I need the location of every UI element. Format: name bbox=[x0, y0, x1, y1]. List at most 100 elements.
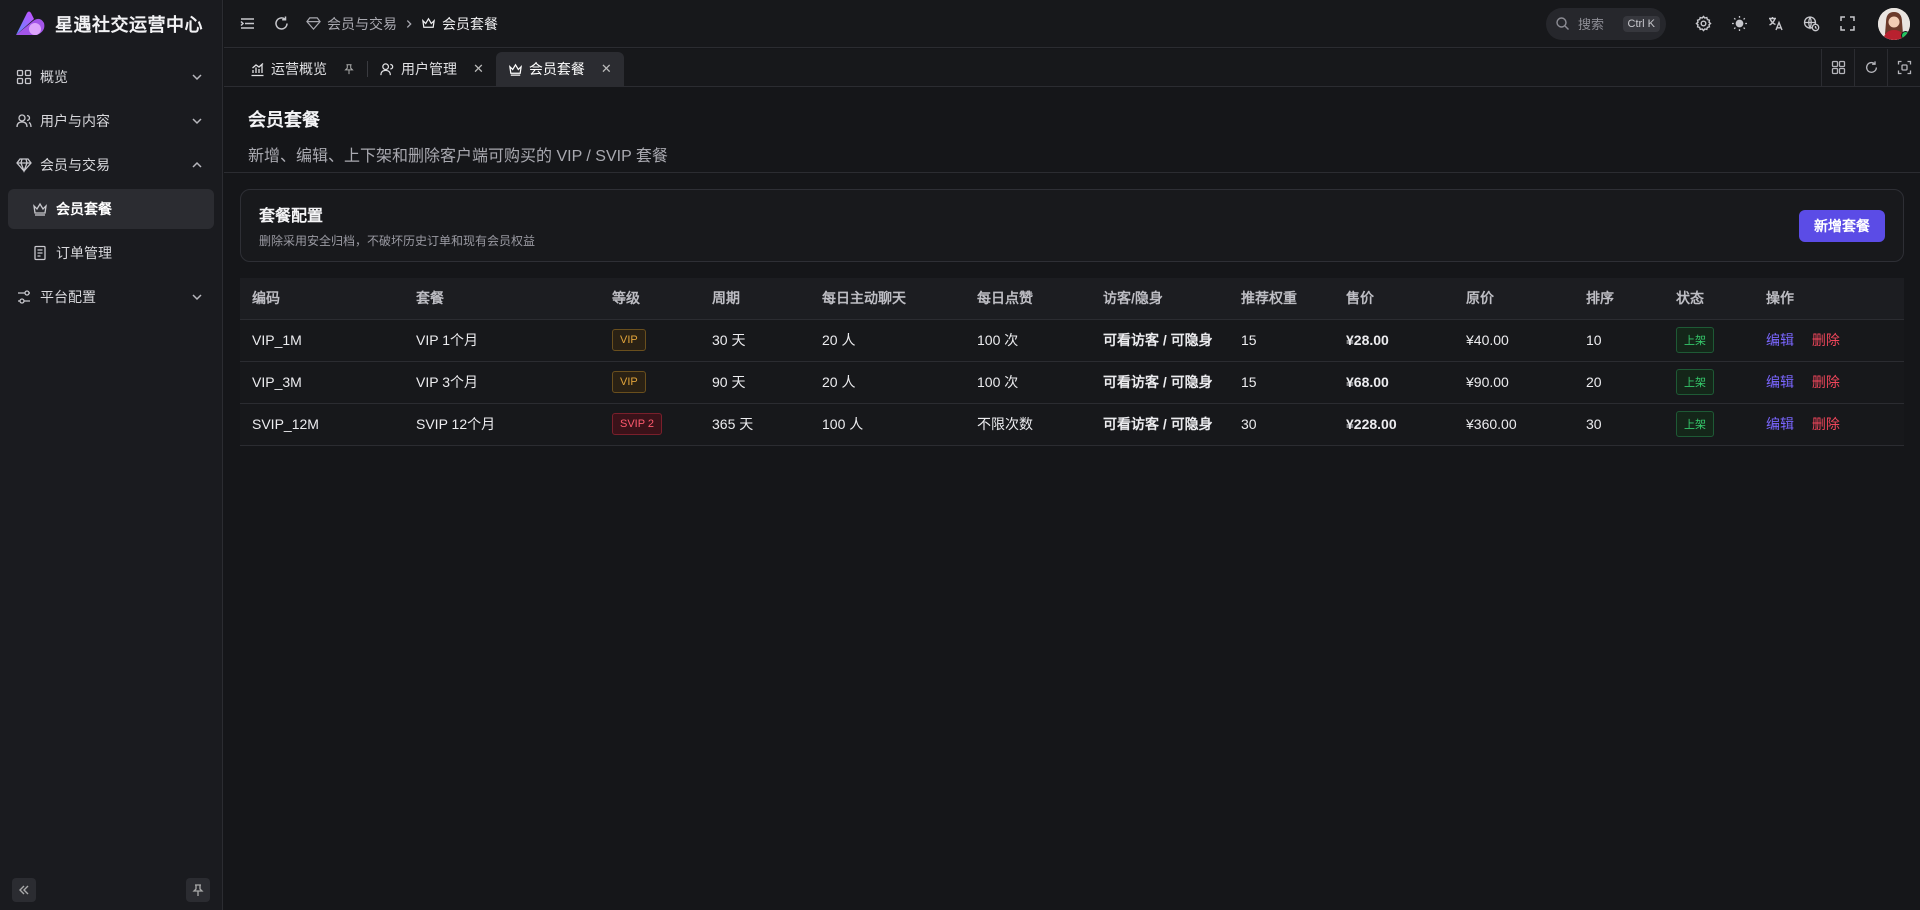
delete-button[interactable]: 删除 bbox=[1812, 416, 1840, 432]
plan-daily-likes: 100 次 bbox=[965, 319, 1091, 362]
close-icon[interactable]: ✕ bbox=[473, 61, 484, 77]
app-title: 星遇社交运营中心 bbox=[55, 15, 203, 35]
plan-visitor-stealth: 可看访客 / 可隐身 bbox=[1091, 361, 1229, 404]
plan-level-cell: VIP bbox=[600, 361, 700, 404]
plan-price: ¥28.00 bbox=[1334, 319, 1454, 362]
add-plan-button[interactable]: 新增套餐 bbox=[1799, 209, 1885, 242]
close-icon[interactable]: ✕ bbox=[601, 61, 612, 77]
edit-button[interactable]: 编辑 bbox=[1766, 332, 1794, 348]
plan-daily-chat: 20 人 bbox=[810, 361, 965, 404]
tab-label: 用户管理 bbox=[401, 61, 457, 77]
edit-button[interactable]: 编辑 bbox=[1766, 416, 1794, 432]
tab-membership-plans[interactable]: 会员套餐 ✕ bbox=[495, 52, 624, 86]
chevron-down-icon bbox=[192, 74, 202, 81]
search-input[interactable]: 搜索 Ctrl K bbox=[1546, 7, 1666, 40]
sidebar-item-label: 订单管理 bbox=[56, 245, 112, 261]
breadcrumb: 会员与交易 会员套餐 bbox=[306, 14, 498, 34]
plan-actions: 编辑 删除 bbox=[1754, 403, 1904, 446]
sidebar-item-orders[interactable]: 订单管理 bbox=[8, 233, 214, 273]
sidebar-item-label: 用户与内容 bbox=[40, 113, 110, 129]
users-icon bbox=[16, 114, 32, 128]
pin-sidebar-button[interactable] bbox=[186, 878, 210, 902]
status-badge: 上架 bbox=[1676, 411, 1714, 437]
settings-button[interactable] bbox=[1686, 7, 1720, 41]
crown-icon bbox=[422, 17, 435, 28]
sidebar-item-overview[interactable]: 概览 bbox=[8, 57, 214, 97]
tab-overview[interactable]: 运营概览 bbox=[238, 52, 367, 86]
page-title: 会员套餐 bbox=[248, 110, 320, 130]
sidebar-nav: 概览 用户与内容 会员与交易 会员套餐 订单管理 平台配置 bbox=[0, 48, 222, 317]
tab-user-management[interactable]: 用户管理 ✕ bbox=[368, 52, 496, 86]
plan-period: 365 天 bbox=[700, 403, 810, 446]
plan-code: SVIP_12M bbox=[240, 403, 404, 446]
edit-button[interactable]: 编辑 bbox=[1766, 374, 1794, 390]
avatar[interactable] bbox=[1878, 7, 1910, 40]
search-placeholder: 搜索 bbox=[1578, 17, 1605, 32]
chevron-right-icon bbox=[406, 19, 412, 28]
sun-icon bbox=[1731, 16, 1747, 31]
sidebar-item-membership-trade[interactable]: 会员与交易 bbox=[8, 145, 214, 185]
plan-weight: 15 bbox=[1229, 319, 1334, 362]
breadcrumb-item[interactable]: 会员与交易 bbox=[327, 14, 397, 34]
column-header: 操作 bbox=[1754, 278, 1904, 320]
crown-icon bbox=[33, 202, 47, 216]
online-status-indicator bbox=[1901, 30, 1910, 40]
plan-period: 90 天 bbox=[700, 361, 810, 404]
plan-visitor-stealth: 可看访客 / 可隐身 bbox=[1091, 319, 1229, 362]
language-button[interactable] bbox=[1758, 7, 1792, 41]
logo-row: 星遇社交运营中心 bbox=[0, 0, 222, 48]
plan-name: VIP 3个月 bbox=[404, 361, 600, 404]
tab-label: 会员套餐 bbox=[528, 61, 585, 77]
tab-layout-button[interactable] bbox=[1821, 49, 1854, 86]
status-badge: 上架 bbox=[1676, 327, 1714, 353]
plan-original-price: ¥360.00 bbox=[1454, 403, 1574, 446]
gear-icon bbox=[1694, 15, 1712, 32]
sidebar: 星遇社交运营中心 概览 用户与内容 会员与交易 会员套餐 订单管理 平台配置 bbox=[0, 0, 223, 910]
header-actions: 搜索 Ctrl K bbox=[1546, 7, 1920, 41]
reload-tab-button[interactable] bbox=[1854, 49, 1887, 86]
refresh-icon bbox=[1865, 61, 1877, 73]
pin-icon[interactable] bbox=[343, 63, 355, 75]
delete-button[interactable]: 删除 bbox=[1812, 374, 1840, 390]
app-logo-icon bbox=[16, 11, 45, 35]
level-badge: VIP bbox=[612, 371, 646, 393]
column-header: 访客/隐身 bbox=[1091, 278, 1229, 320]
delete-button[interactable]: 删除 bbox=[1812, 332, 1840, 348]
table-row: SVIP_12M SVIP 12个月 SVIP 2 365 天 100 人 不限… bbox=[240, 403, 1904, 446]
card-title: 套餐配置 bbox=[259, 208, 324, 225]
menu-icon bbox=[239, 18, 254, 29]
chevron-down-icon bbox=[192, 118, 202, 125]
refresh-page-button[interactable] bbox=[264, 7, 298, 41]
table-row: VIP_3M VIP 3个月 VIP 90 天 20 人 100 次 可看访客 … bbox=[240, 361, 1904, 404]
plan-actions: 编辑 删除 bbox=[1754, 319, 1904, 362]
tab-label: 运营概览 bbox=[271, 61, 327, 77]
plan-level-cell: SVIP 2 bbox=[600, 403, 700, 446]
fullscreen-icon bbox=[1839, 16, 1855, 31]
column-header: 等级 bbox=[600, 278, 700, 320]
tab-actions bbox=[1821, 49, 1920, 86]
maximize-content-button[interactable] bbox=[1887, 49, 1920, 86]
divider bbox=[224, 172, 1920, 173]
sidebar-item-membership-plans[interactable]: 会员套餐 bbox=[8, 189, 214, 229]
fullscreen-button[interactable] bbox=[1830, 7, 1864, 41]
menu-toggle-button[interactable] bbox=[230, 7, 264, 41]
collapse-sidebar-button[interactable] bbox=[12, 878, 36, 902]
globe-clock-icon bbox=[1803, 16, 1819, 32]
sidebar-item-users-content[interactable]: 用户与内容 bbox=[8, 101, 214, 141]
plan-weight: 30 bbox=[1229, 403, 1334, 446]
plan-code: VIP_3M bbox=[240, 361, 404, 404]
column-header: 推荐权重 bbox=[1229, 278, 1334, 320]
dashboard-icon bbox=[16, 69, 32, 85]
theme-toggle-button[interactable] bbox=[1722, 7, 1756, 41]
plan-daily-chat: 20 人 bbox=[810, 319, 965, 362]
column-header: 周期 bbox=[700, 278, 810, 320]
timezone-button[interactable] bbox=[1794, 7, 1828, 41]
grid-icon bbox=[1831, 60, 1845, 75]
plan-price: ¥68.00 bbox=[1334, 361, 1454, 404]
level-badge: SVIP 2 bbox=[612, 413, 663, 435]
column-header: 套餐 bbox=[404, 278, 600, 320]
sidebar-item-platform-config[interactable]: 平台配置 bbox=[8, 277, 214, 317]
plan-config-card: 套餐配置 删除采用安全归档，不破坏历史订单和现有会员权益 新增套餐 bbox=[240, 189, 1904, 262]
sidebar-item-label: 会员与交易 bbox=[40, 157, 110, 173]
top-header: 会员与交易 会员套餐 搜索 Ctrl K bbox=[224, 0, 1920, 48]
